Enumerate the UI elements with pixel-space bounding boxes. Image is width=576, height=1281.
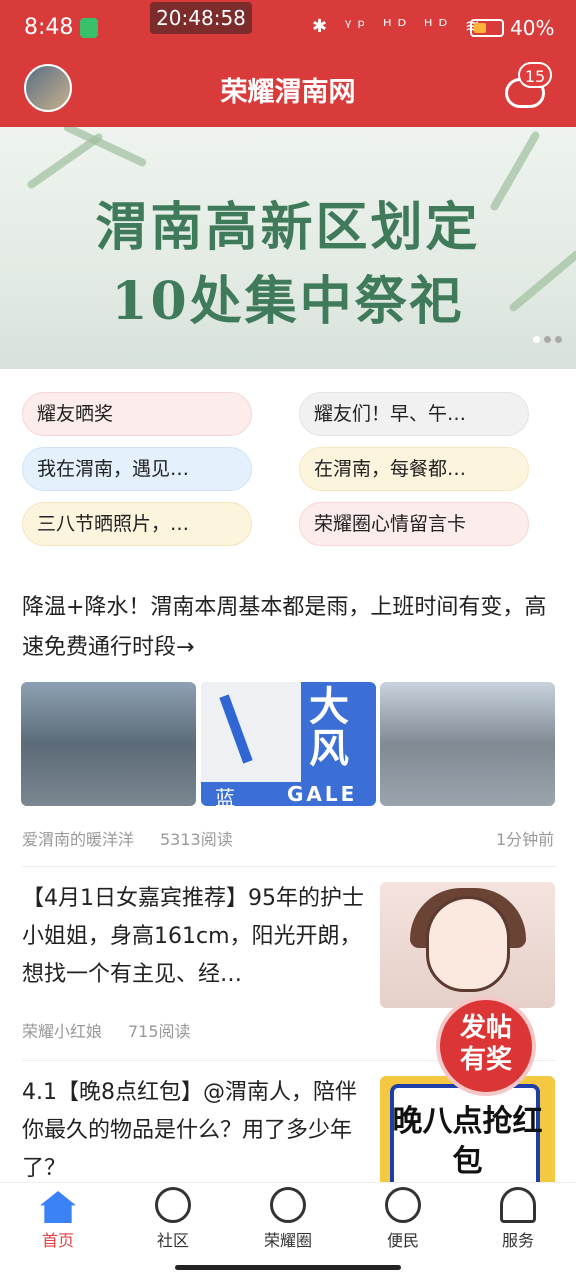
article-title[interactable]: 4.1【晚8点红包】@渭南人，陪伴你最久的物品是什么？用了多少年了？ <box>22 1074 367 1188</box>
image-text: 晚八点抢红包 <box>392 1104 543 1179</box>
post-reward-button[interactable]: 发帖 有奖 <box>436 996 536 1096</box>
cartoon-face-icon <box>426 896 510 992</box>
article-reads: 5313阅读 <box>160 830 233 849</box>
nav-label: 便民 <box>386 1231 419 1250</box>
topic-pill[interactable]: 我在渭南，遇见… <box>22 447 252 491</box>
status-bar: 8:48 20:48:58 ✱ ᵞᵖ ᴴᴰ ᴴᴰ ≋ 40% <box>0 0 576 56</box>
carousel-dot <box>555 336 562 343</box>
nav-label: 社区 <box>156 1231 189 1250</box>
carousel-dot <box>544 336 551 343</box>
services-grid-icon <box>385 1187 421 1223</box>
divider <box>22 866 556 867</box>
app-header: 8:48 20:48:58 ✱ ᵞᵖ ᴴᴰ ᴴᴰ ≋ 40% 荣耀渭南网 15 <box>0 0 576 127</box>
nav-label: 服务 <box>501 1231 534 1250</box>
topic-pill[interactable]: 三八节晒照片，… <box>22 502 252 546</box>
battery-percent: 40% <box>510 16 555 40</box>
home-indicator[interactable] <box>175 1265 401 1270</box>
nav-community[interactable]: 社区 <box>118 1187 228 1251</box>
topic-pill[interactable]: 耀友晒奖 <box>22 392 252 436</box>
article-title[interactable]: 降温+降水！渭南本周基本都是雨，上班时间有变，高速免费通行时段→ <box>22 588 552 668</box>
planet-icon <box>270 1187 306 1223</box>
topic-pill[interactable]: 耀友们！早、午… <box>299 392 529 436</box>
signal-icons: ✱ ᵞᵖ ᴴᴰ ᴴᴰ ≋ <box>312 16 486 37</box>
topic-pill[interactable]: 荣耀圈心情留言卡 <box>299 502 529 546</box>
person-icon <box>500 1187 536 1223</box>
article-image[interactable]: 大风 蓝 GALE <box>201 682 376 806</box>
carousel-dot <box>533 336 540 343</box>
fab-label: 发帖 <box>459 1013 512 1043</box>
banner-headline-1: 渭南高新区划定 <box>95 197 481 258</box>
article-title[interactable]: 【4月1日女嘉宾推荐】95年的护士小姐姐，身高161cm，阳光开朗，想找一个有主… <box>22 880 367 994</box>
image-text: 蓝 <box>215 786 235 806</box>
floating-clock: 20:48:58 <box>150 2 252 34</box>
community-icon <box>155 1187 191 1223</box>
nav-label: 荣耀圈 <box>263 1231 312 1250</box>
status-time: 8:48 <box>24 15 74 40</box>
message-badge: 15 <box>518 62 552 88</box>
nav-service[interactable]: 服务 <box>463 1187 573 1251</box>
fab-label: 有奖 <box>459 1045 512 1075</box>
home-icon <box>40 1191 76 1223</box>
nav-convenience[interactable]: 便民 <box>348 1187 458 1251</box>
nav-label: 首页 <box>41 1231 74 1250</box>
battery-icon <box>470 19 504 37</box>
image-text: 大风 <box>309 684 349 772</box>
banner-carousel[interactable]: 渭南高新区划定 10处集中祭祀 <box>0 127 576 369</box>
article-author: 爱渭南的暖洋洋 <box>22 830 135 849</box>
image-text: GALE <box>287 782 358 806</box>
article-time: 1分钟前 <box>496 830 555 849</box>
article-author: 荣耀小红娘 <box>22 1022 103 1041</box>
article-image[interactable] <box>380 682 555 806</box>
article-image[interactable] <box>380 882 555 1008</box>
article-image[interactable] <box>21 682 196 806</box>
topic-pill[interactable]: 在渭南，每餐都… <box>299 447 529 491</box>
carousel-indicator <box>529 328 562 347</box>
shield-icon <box>80 18 98 38</box>
article-reads: 715阅读 <box>128 1022 191 1041</box>
nav-home[interactable]: 首页 <box>3 1187 113 1251</box>
app-title: 荣耀渭南网 <box>220 77 356 108</box>
nav-honor-circle[interactable]: 荣耀圈 <box>233 1187 343 1251</box>
banner-headline-2: 10处集中祭祀 <box>111 271 465 332</box>
